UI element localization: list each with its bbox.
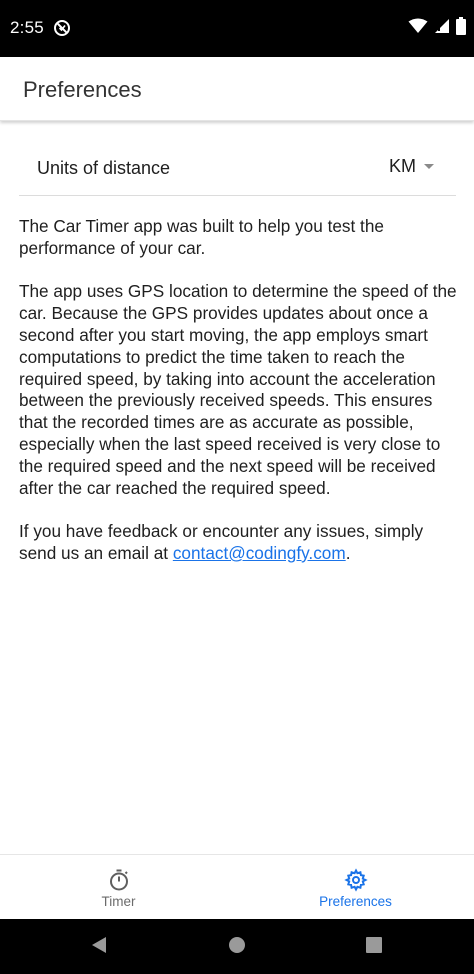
- bottom-navigation: Timer Preferences: [0, 854, 474, 919]
- about-paragraph-3: If you have feedback or encounter any is…: [19, 521, 459, 565]
- units-of-distance-dropdown[interactable]: KM: [389, 156, 434, 177]
- nav-label-preferences: Preferences: [319, 893, 392, 909]
- wifi-icon: [408, 18, 428, 33]
- status-bar: 2:55: [0, 0, 474, 57]
- feedback-text-end: .: [345, 542, 351, 563]
- about-paragraph-2: The app uses GPS location to determine t…: [19, 281, 457, 498]
- nav-item-timer[interactable]: Timer: [0, 855, 237, 919]
- recents-icon[interactable]: [365, 935, 383, 955]
- units-selected-value: KM: [389, 156, 416, 176]
- page-title: Preferences: [23, 77, 142, 102]
- status-icons: [408, 17, 466, 35]
- do-not-disturb-icon: [54, 20, 70, 36]
- back-icon[interactable]: [89, 935, 109, 955]
- units-of-distance-setting: Units of distance KM: [19, 140, 456, 196]
- nav-label-timer: Timer: [101, 893, 136, 909]
- about-paragraph-1: The Car Timer app was built to help you …: [19, 216, 384, 258]
- app-bar: Preferences: [0, 57, 474, 121]
- gear-icon: [343, 867, 368, 892]
- dropdown-caret-icon: [424, 164, 434, 169]
- email-link[interactable]: contact@codingfy.com: [173, 543, 346, 563]
- about-text: The Car Timer app was built to help you …: [19, 216, 459, 587]
- system-navigation-bar: [0, 919, 474, 974]
- units-of-distance-label: Units of distance: [37, 158, 171, 178]
- status-time: 2:55: [10, 18, 44, 37]
- signal-icon: [435, 19, 449, 33]
- battery-icon: [456, 17, 466, 35]
- stopwatch-icon: [109, 869, 128, 890]
- home-icon[interactable]: [228, 935, 246, 955]
- nav-item-preferences[interactable]: Preferences: [237, 855, 474, 919]
